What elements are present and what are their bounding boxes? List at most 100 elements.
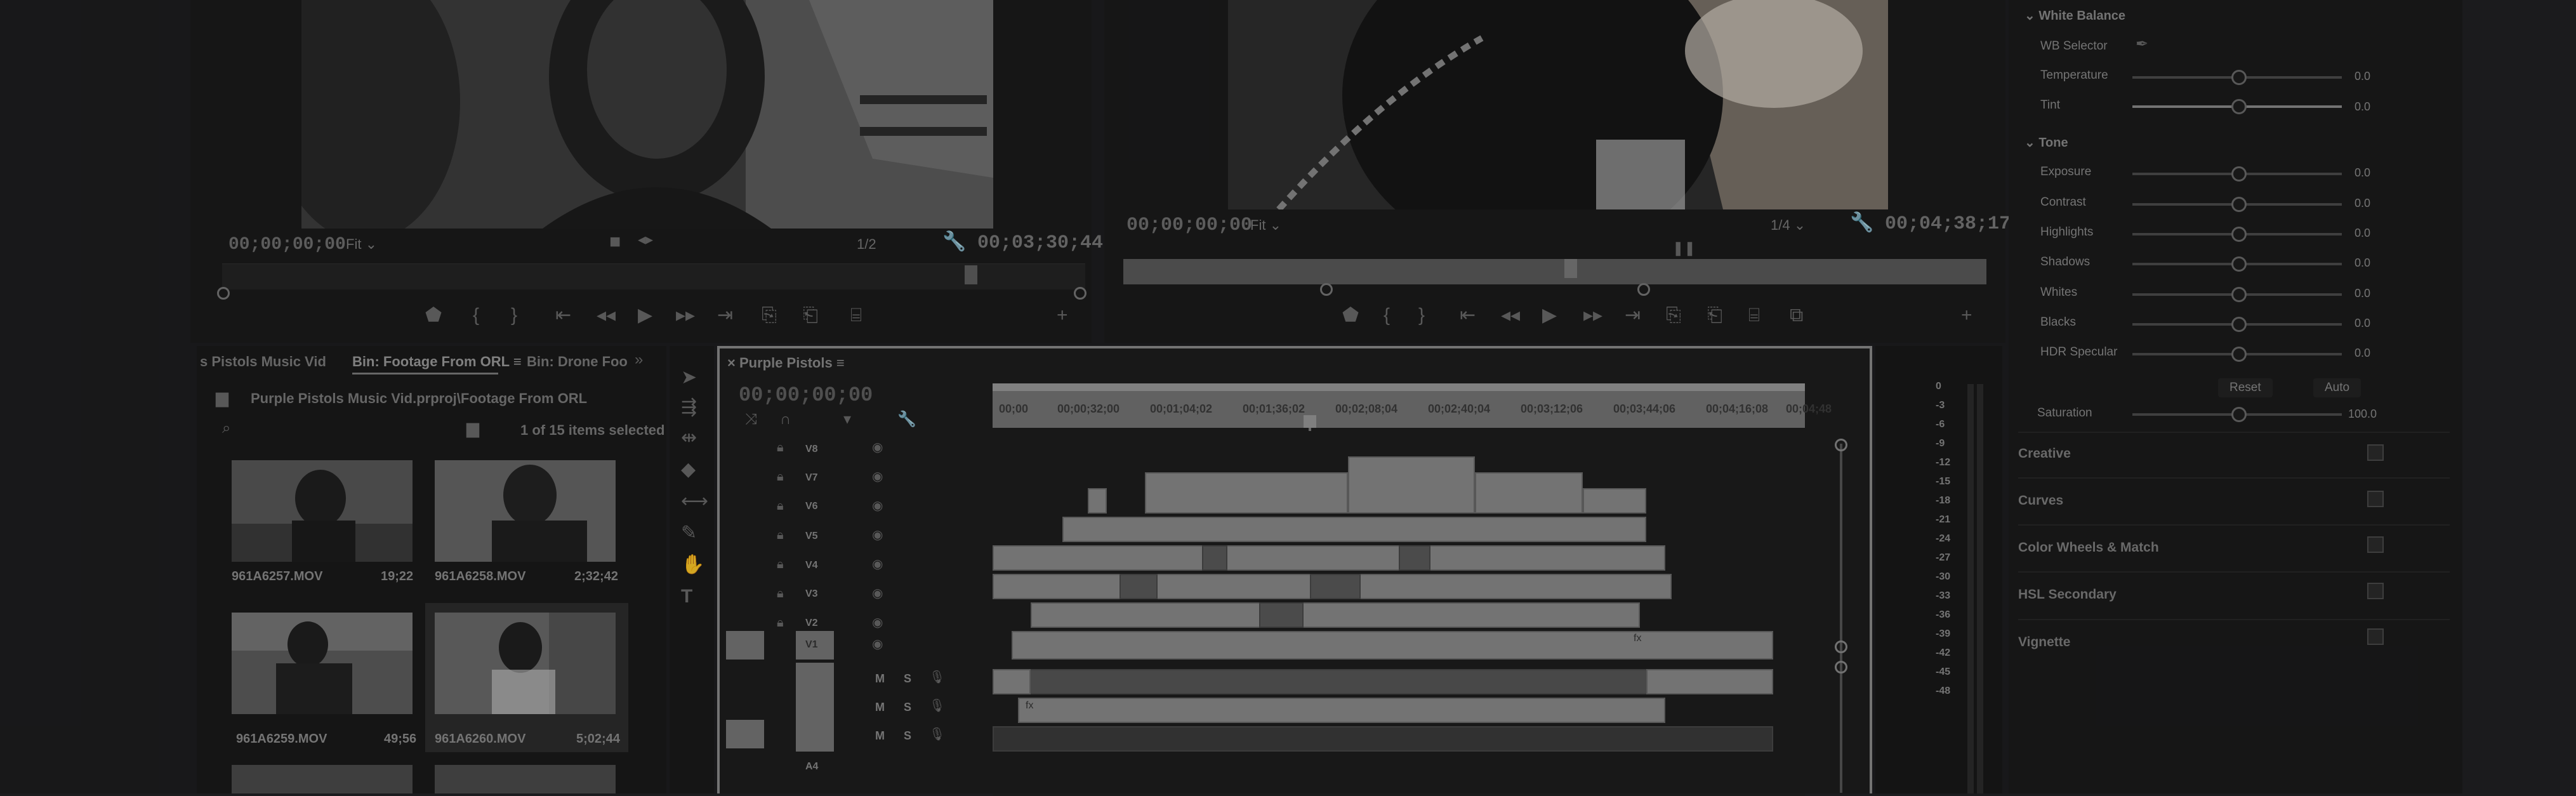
video-clip[interactable] — [1012, 631, 1773, 660]
hsl-secondary-enable-checkbox[interactable] — [2367, 583, 2384, 599]
clip-thumbnail[interactable] — [435, 460, 616, 562]
mark-out-icon[interactable]: } — [511, 306, 517, 325]
curves-enable-checkbox[interactable] — [2367, 491, 2384, 507]
add-marker-icon[interactable]: ⬟ — [1342, 306, 1359, 325]
tint-slider[interactable] — [2132, 99, 2342, 114]
clip-thumbnail[interactable] — [232, 460, 413, 562]
add-button-icon[interactable]: + — [1057, 306, 1068, 325]
section-vignette[interactable]: Vignette — [2018, 635, 2070, 650]
program-in-marker[interactable] — [1320, 283, 1333, 296]
temperature-slider[interactable] — [2132, 70, 2342, 85]
exposure-slider-knob[interactable] — [2231, 166, 2247, 182]
type-tool-icon[interactable]: T — [681, 587, 692, 606]
white-balance-header[interactable]: ⌄ White Balance — [2024, 8, 2125, 23]
mute-toggle[interactable]: M — [875, 672, 885, 686]
step-forward-icon[interactable]: ▸▸ — [676, 306, 695, 325]
solo-toggle[interactable]: S — [904, 701, 911, 714]
source-resolution-select[interactable]: 1/2 — [857, 236, 876, 253]
eye-icon[interactable]: ◉ — [872, 616, 883, 629]
export-frame-icon[interactable]: ⌸ — [850, 306, 862, 325]
eye-icon[interactable]: ◉ — [872, 529, 883, 541]
wrench-icon[interactable]: 🔧 — [1850, 213, 1873, 232]
video-clip[interactable] — [1399, 545, 1430, 571]
add-marker-icon[interactable]: ⬟ — [425, 306, 442, 325]
video-clip[interactable] — [1475, 472, 1583, 514]
settings-icon[interactable]: ■ — [609, 232, 621, 251]
sequence-tab[interactable]: × Purple Pistols ≡ — [727, 355, 845, 371]
program-zoom-select[interactable]: Fit ⌄ — [1250, 217, 1281, 234]
clip-thumbnail[interactable] — [232, 613, 413, 714]
lock-icon[interactable]: 🔒︎ — [777, 470, 784, 483]
video-clip[interactable] — [1088, 488, 1107, 514]
video-clip[interactable] — [1062, 517, 1646, 542]
section-creative[interactable]: Creative — [2018, 446, 2071, 461]
blacks-slider[interactable] — [2132, 317, 2342, 332]
eye-icon[interactable]: ◉ — [872, 558, 883, 571]
step-forward-icon[interactable]: ▸▸ — [1583, 306, 1602, 325]
source-out-marker[interactable] — [1074, 287, 1087, 300]
razor-tool-icon[interactable]: ◆ — [681, 460, 696, 479]
eye-icon[interactable]: ◉ — [872, 587, 883, 600]
export-frame-icon[interactable]: ⌸ — [1748, 306, 1760, 325]
mic-icon[interactable]: 🎙︎ — [929, 671, 945, 684]
menu-icon[interactable]: ≡ — [513, 354, 522, 369]
track-label-audio-block[interactable] — [796, 663, 834, 752]
add-button-icon[interactable]: + — [1961, 306, 1972, 325]
lock-icon[interactable]: 🔒︎ — [777, 500, 784, 512]
source-playhead[interactable] — [965, 265, 977, 284]
lock-icon[interactable]: 🔒︎ — [777, 558, 784, 571]
go-to-in-icon[interactable]: ⇤ — [1460, 306, 1476, 325]
go-to-in-icon[interactable]: ⇤ — [555, 306, 571, 325]
highlights-slider-knob[interactable] — [2231, 227, 2247, 242]
eye-icon[interactable]: ◉ — [872, 470, 883, 483]
scroll-handle-mid[interactable] — [1835, 640, 1847, 653]
mic-icon[interactable]: 🎙︎ — [929, 700, 945, 712]
highlights-slider[interactable] — [2132, 227, 2342, 242]
tone-header[interactable]: ⌄ Tone — [2024, 135, 2068, 150]
program-resolution-select[interactable]: 1/4 ⌄ — [1771, 217, 1806, 234]
mute-toggle[interactable]: M — [875, 729, 885, 743]
audio-clip[interactable] — [1018, 698, 1665, 723]
wrench-icon[interactable]: 🔧 — [897, 412, 916, 427]
video-clip[interactable] — [1202, 545, 1227, 571]
insert-icon[interactable]: ⎘ — [762, 306, 777, 325]
work-area-bar[interactable] — [993, 383, 1805, 391]
clip-thumbnail-selected[interactable] — [435, 613, 616, 714]
color-wheels-enable-checkbox[interactable] — [2367, 536, 2384, 553]
section-curves[interactable]: Curves — [2018, 493, 2063, 508]
source-zoom-select[interactable]: Fit ⌄ — [346, 236, 377, 253]
extract-icon[interactable]: ⎗ — [1707, 306, 1722, 325]
video-clip[interactable] — [1120, 574, 1158, 599]
mute-toggle[interactable]: M — [875, 701, 885, 714]
scroll-handle-top[interactable] — [1835, 439, 1847, 451]
eyedropper-icon[interactable]: ✒ — [2136, 37, 2148, 52]
shadows-slider[interactable] — [2132, 256, 2342, 272]
creative-enable-checkbox[interactable] — [2367, 444, 2384, 461]
mark-in-icon[interactable]: { — [473, 306, 479, 325]
section-color-wheels[interactable]: Color Wheels & Match — [2018, 540, 2159, 555]
audio-clip[interactable] — [993, 726, 1773, 752]
hand-tool-icon[interactable]: ✋ — [681, 555, 704, 574]
lock-icon[interactable]: 🔒︎ — [777, 616, 784, 629]
tab-bin-drone[interactable]: Bin: Drone Foo — [527, 354, 628, 370]
video-clip[interactable] — [1348, 456, 1475, 514]
saturation-slider-knob[interactable] — [2231, 407, 2247, 422]
hdr-specular-slider-knob[interactable] — [2231, 347, 2247, 362]
mic-icon[interactable]: 🎙︎ — [929, 728, 945, 741]
video-clip[interactable] — [1259, 602, 1304, 628]
contrast-slider-knob[interactable] — [2231, 197, 2247, 212]
auto-button[interactable]: Auto — [2313, 378, 2361, 397]
in-out-icon[interactable]: ◂▸ — [638, 232, 653, 248]
shadows-slider-knob[interactable] — [2231, 256, 2247, 272]
search-icon[interactable]: ⌕ — [222, 421, 230, 436]
whites-slider[interactable] — [2132, 287, 2342, 302]
blacks-slider-knob[interactable] — [2231, 317, 2247, 332]
program-out-marker[interactable] — [1637, 283, 1650, 296]
track-select-icon[interactable]: ⇶ — [681, 398, 697, 417]
eye-icon[interactable]: ◉ — [872, 500, 883, 512]
track-target-v1[interactable] — [726, 631, 764, 660]
exposure-slider[interactable] — [2132, 166, 2342, 182]
eye-icon[interactable]: ◉ — [872, 638, 883, 651]
play-icon[interactable]: ▶ — [638, 306, 652, 325]
clip-thumbnail[interactable] — [435, 765, 616, 793]
